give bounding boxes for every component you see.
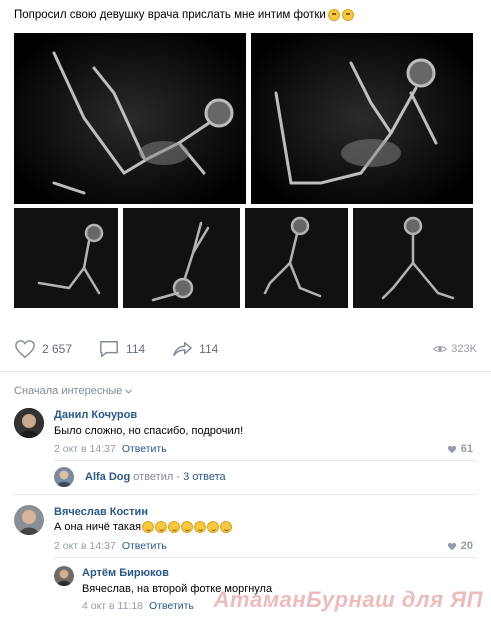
comment-author[interactable]: Данил Кочуров [54, 409, 137, 421]
xray-photo-6[interactable] [353, 208, 473, 308]
comment-meta: 2 окт в 14:37 Ответить [54, 540, 167, 552]
eye-icon [433, 346, 448, 352]
views-counter: 323K [433, 343, 477, 355]
reply-date[interactable]: 4 окт в 11:18 [82, 600, 143, 612]
like-count: 2 657 [42, 342, 73, 356]
post-caption: Попросил свою девушку врача прислать мне… [14, 9, 326, 21]
post-actions-bar: 2 657 114 114 323K [14, 338, 477, 360]
comment-text: Было сложно, но спасибо, подрочил! [54, 425, 244, 437]
comment-like-button[interactable]: 61 [447, 443, 473, 455]
comment-like-button[interactable]: 20 [447, 540, 473, 552]
reply-count: · 3 ответа [176, 471, 226, 483]
laughing-face-icon [181, 521, 194, 534]
xray-skeleton-illustration [251, 33, 473, 204]
xray-skeleton-illustration [123, 208, 240, 308]
laughing-face-icon [155, 521, 168, 534]
xray-skeleton-illustration [353, 208, 473, 308]
avatar-photo [54, 467, 74, 487]
reply-author: Alfa Dog [85, 471, 131, 483]
xray-photo-3[interactable] [14, 208, 118, 308]
watermark: АтаманБурнаш для ЯП [213, 587, 483, 612]
heart-icon [447, 542, 456, 550]
reply-author[interactable]: Артём Бирюков [82, 567, 169, 579]
xray-skeleton-illustration [245, 208, 348, 308]
heart-icon [15, 340, 35, 359]
comment-button[interactable]: 114 [98, 339, 145, 359]
share-button[interactable]: 114 [171, 339, 218, 359]
like-button[interactable]: 2 657 [14, 339, 72, 359]
avatar[interactable] [14, 408, 44, 438]
sort-label: Сначала интересные [14, 385, 123, 397]
divider [54, 557, 477, 558]
laughing-face-icon [220, 521, 233, 534]
avatar[interactable] [54, 566, 74, 586]
xray-photo-5[interactable] [245, 208, 348, 308]
replies-thread-link[interactable]: Alfa Dog ответил · 3 ответа [85, 471, 226, 483]
avatar-photo [14, 505, 44, 535]
chevron-down-icon [125, 388, 133, 393]
divider [0, 371, 491, 372]
comment-like-count: 61 [460, 443, 473, 455]
comments-sort-dropdown[interactable]: Сначала интересные [14, 385, 133, 397]
laughing-face-icon [142, 521, 155, 534]
confused-face-icon [327, 9, 340, 21]
laughing-emoji-group [142, 521, 233, 534]
divider [14, 494, 477, 495]
share-count: 114 [199, 342, 219, 356]
comment-text: А она ничё такая [54, 521, 233, 534]
heart-icon [447, 445, 456, 453]
reply-meta: 4 окт в 11:18 Ответить [82, 600, 194, 612]
reply-button[interactable]: Ответить [122, 443, 167, 455]
avatar[interactable] [54, 467, 74, 487]
laughing-face-icon [168, 521, 181, 534]
comment-icon [100, 341, 118, 357]
reply-button[interactable]: Ответить [122, 540, 167, 552]
xray-skeleton-illustration [14, 208, 118, 308]
comment-author[interactable]: Вячеслав Костин [54, 506, 148, 518]
xray-photo-4[interactable] [123, 208, 240, 308]
comment-like-count: 20 [460, 540, 473, 552]
avatar[interactable] [14, 505, 44, 535]
laughing-face-icon [207, 521, 220, 534]
comment-meta: 2 окт в 14:37 Ответить [54, 443, 167, 455]
xray-skeleton-illustration [14, 33, 246, 204]
comment-count: 114 [126, 342, 146, 356]
xray-photo-2[interactable] [251, 33, 473, 204]
post-text: Попросил свою девушку врача прислать мне… [14, 9, 354, 21]
avatar-photo [54, 566, 74, 586]
views-count: 323K [451, 343, 477, 355]
laughing-face-icon [194, 521, 207, 534]
comment-date[interactable]: 2 окт в 14:37 [54, 443, 116, 455]
share-icon [173, 341, 192, 357]
xray-photo-1[interactable] [14, 33, 246, 204]
avatar-photo [14, 408, 44, 438]
reply-button[interactable]: Ответить [149, 600, 194, 612]
unamused-face-icon [341, 9, 354, 21]
replied-word: ответил [133, 471, 174, 483]
comment-date[interactable]: 2 окт в 14:37 [54, 540, 116, 552]
divider [54, 460, 477, 461]
comment-text-body: А она ничё такая [54, 521, 142, 533]
